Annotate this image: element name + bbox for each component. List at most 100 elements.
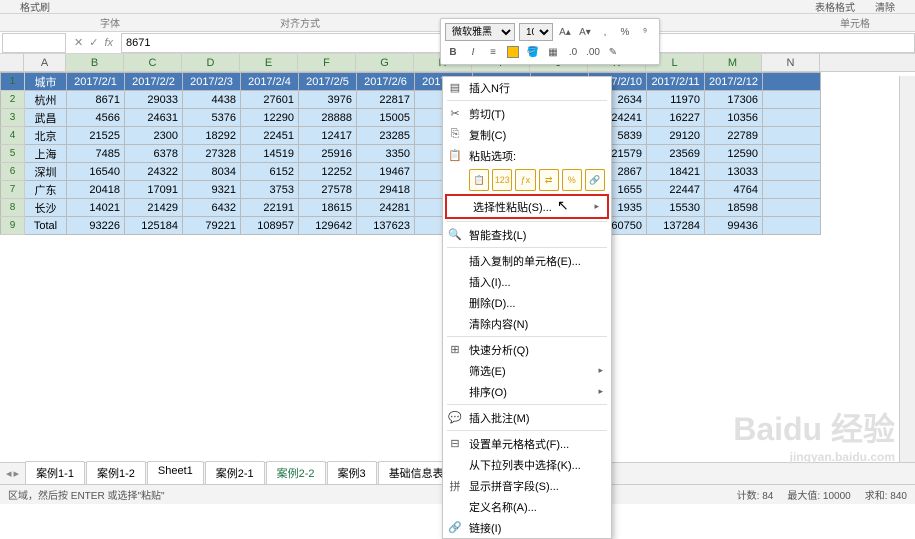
row-header[interactable]: 3	[1, 109, 25, 127]
menu-pick-list[interactable]: 从下拉列表中选择(K)...	[443, 454, 611, 475]
cell[interactable]: 8671	[67, 91, 125, 109]
row-header[interactable]: 2	[1, 91, 25, 109]
vertical-scrollbar[interactable]	[899, 76, 915, 462]
menu-insert-copied[interactable]: 插入复制的单元格(E)...	[443, 250, 611, 271]
menu-clear[interactable]: 清除内容(N)	[443, 313, 611, 334]
decimal-dec-icon[interactable]: .00	[585, 44, 601, 60]
cell[interactable]	[763, 127, 821, 145]
menu-copy[interactable]: ⎘复制(C)	[443, 124, 611, 145]
cell[interactable]: 4438	[183, 91, 241, 109]
cell[interactable]: 10356	[705, 109, 763, 127]
paste-values-icon[interactable]: 123	[492, 169, 512, 191]
cell[interactable]: 99436	[705, 217, 763, 235]
column-header[interactable]: F	[298, 54, 356, 71]
cell[interactable]: 27578	[299, 181, 357, 199]
cell[interactable]: 7485	[67, 145, 125, 163]
column-header[interactable]: A	[24, 54, 66, 71]
cell[interactable]	[763, 109, 821, 127]
cell[interactable]	[763, 91, 821, 109]
cell[interactable]: 8034	[183, 163, 241, 181]
cell[interactable]: 城市	[25, 73, 67, 91]
menu-paste-special[interactable]: 选择性粘贴(S)...▸	[447, 196, 607, 217]
cell[interactable]	[763, 199, 821, 217]
cell[interactable]: 29033	[125, 91, 183, 109]
column-header[interactable]: B	[66, 54, 124, 71]
comma-icon[interactable]: ,	[597, 24, 613, 40]
sheet-tab[interactable]: 案例2-1	[205, 461, 265, 486]
cell[interactable]: 2017/2/12	[705, 73, 763, 91]
cell[interactable]: 13033	[705, 163, 763, 181]
cell[interactable]: 深圳	[25, 163, 67, 181]
cell[interactable]: 2017/2/4	[241, 73, 299, 91]
cell[interactable]: 18615	[299, 199, 357, 217]
cell[interactable]: 18598	[705, 199, 763, 217]
menu-insert-comment[interactable]: 💬插入批注(M)	[443, 407, 611, 428]
align-icon[interactable]: ≡	[485, 44, 501, 60]
decimal-inc-icon[interactable]: .0	[565, 44, 581, 60]
cell[interactable]: 22789	[705, 127, 763, 145]
cell[interactable]: 23569	[647, 145, 705, 163]
cell[interactable]: 12590	[705, 145, 763, 163]
percent-icon[interactable]: %	[617, 24, 633, 40]
paste-formatting-icon[interactable]: %	[562, 169, 582, 191]
menu-hyperlink[interactable]: 🔗链接(I)	[443, 517, 611, 538]
menu-quick-analysis[interactable]: ⊞快速分析(Q)	[443, 339, 611, 360]
cell[interactable]: 18421	[647, 163, 705, 181]
row-header[interactable]: 1	[1, 73, 25, 91]
cell[interactable]	[763, 73, 821, 91]
cell[interactable]: 93226	[67, 217, 125, 235]
cell[interactable]: 长沙	[25, 199, 67, 217]
border-icon[interactable]: ▦	[545, 44, 561, 60]
row-header[interactable]: 8	[1, 199, 25, 217]
cell[interactable]: 12290	[241, 109, 299, 127]
cell[interactable]: 28888	[299, 109, 357, 127]
sheet-tab[interactable]: 案例1-2	[86, 461, 146, 486]
cell[interactable]: 广东	[25, 181, 67, 199]
font-select[interactable]: 微软雅黑	[445, 23, 515, 41]
cell[interactable]: 6152	[241, 163, 299, 181]
cell[interactable]: 17091	[125, 181, 183, 199]
sheet-tab[interactable]: 案例1-1	[25, 461, 85, 486]
cell[interactable]: 2017/2/2	[125, 73, 183, 91]
cell[interactable]: 2017/2/1	[67, 73, 125, 91]
clear[interactable]: 清除	[875, 0, 895, 14]
menu-cut[interactable]: ✂剪切(T)	[443, 103, 611, 124]
column-header[interactable]: M	[704, 54, 762, 71]
format-icon[interactable]: ✎	[605, 44, 621, 60]
column-header[interactable]: E	[240, 54, 298, 71]
format-painter[interactable]: 格式刷	[20, 0, 50, 14]
row-header[interactable]: 5	[1, 145, 25, 163]
paste-link-icon[interactable]: 🔗	[585, 169, 605, 191]
column-header[interactable]: N	[762, 54, 820, 71]
sheet-tab[interactable]: Sheet1	[147, 461, 204, 486]
cell[interactable]: 21429	[125, 199, 183, 217]
cell[interactable]: 19467	[357, 163, 415, 181]
cell[interactable]	[763, 181, 821, 199]
cell[interactable]: 3976	[299, 91, 357, 109]
cell[interactable]: 12417	[299, 127, 357, 145]
cell[interactable]	[763, 217, 821, 235]
bold-icon[interactable]: B	[445, 44, 461, 60]
cell[interactable]: 129642	[299, 217, 357, 235]
cell[interactable]: 11970	[647, 91, 705, 109]
menu-filter[interactable]: 筛选(E)▸	[443, 360, 611, 381]
cell[interactable]: 4764	[705, 181, 763, 199]
select-all[interactable]	[0, 54, 24, 71]
cell[interactable]: 4566	[67, 109, 125, 127]
cell[interactable]: 2017/2/11	[647, 73, 705, 91]
cell[interactable]: 29120	[647, 127, 705, 145]
menu-pinyin[interactable]: 拼显示拼音字段(S)...	[443, 475, 611, 496]
column-header[interactable]: D	[182, 54, 240, 71]
column-header[interactable]: C	[124, 54, 182, 71]
menu-insert[interactable]: 插入(I)...	[443, 271, 611, 292]
cell[interactable]: 3350	[357, 145, 415, 163]
cell[interactable]: 79221	[183, 217, 241, 235]
cell[interactable]: 27328	[183, 145, 241, 163]
cell[interactable]: 22191	[241, 199, 299, 217]
cell[interactable]: 22451	[241, 127, 299, 145]
row-header[interactable]: 6	[1, 163, 25, 181]
cell[interactable]: 24281	[357, 199, 415, 217]
cell[interactable]: 17306	[705, 91, 763, 109]
cell[interactable]: 14021	[67, 199, 125, 217]
cell[interactable]: 12252	[299, 163, 357, 181]
